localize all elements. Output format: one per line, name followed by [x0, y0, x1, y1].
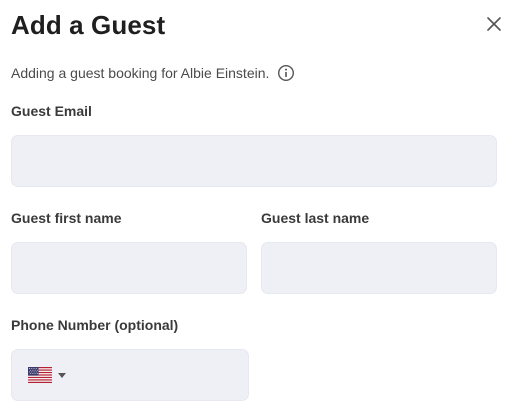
phone-number-input[interactable]: [72, 350, 242, 400]
info-icon[interactable]: [277, 64, 295, 82]
subtitle-row: Adding a guest booking for Albie Einstei…: [11, 64, 295, 82]
phone-number-label: Phone Number (optional): [11, 317, 179, 333]
guest-last-name-field[interactable]: [261, 242, 497, 294]
guest-email-field[interactable]: [11, 135, 497, 187]
close-icon: [487, 17, 501, 31]
dialog-title: Add a Guest: [11, 10, 166, 40]
guest-first-name-label: Guest first name: [11, 210, 122, 226]
close-button[interactable]: [484, 14, 504, 34]
guest-email-label: Guest Email: [11, 103, 92, 119]
guest-last-name-label: Guest last name: [261, 210, 370, 226]
us-flag-icon: [28, 367, 52, 383]
dialog-subtitle: Adding a guest booking for Albie Einstei…: [11, 65, 270, 81]
phone-number-field: [11, 349, 249, 401]
add-guest-dialog: Add a Guest Adding a guest booking for A…: [0, 0, 510, 413]
guest-first-name-field[interactable]: [11, 242, 247, 294]
country-code-select[interactable]: [28, 367, 66, 383]
caret-down-icon: [58, 372, 66, 378]
